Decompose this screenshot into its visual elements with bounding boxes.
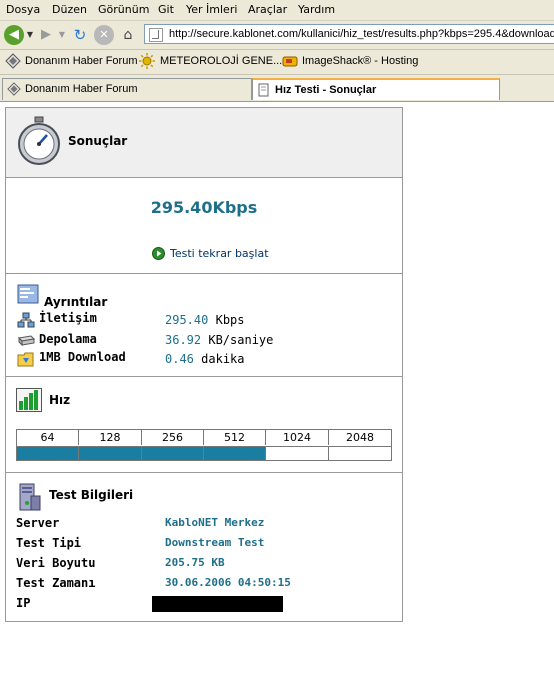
tab-hiz-testi[interactable]: Hız Testi - Sonuçlar <box>252 78 500 100</box>
ip-redaction-bar <box>152 596 283 612</box>
stopwatch-icon <box>18 116 60 165</box>
detail-label-depolama: Depolama <box>39 332 97 346</box>
navigation-toolbar: ◀ ▼ ▶ ▼ ↻ ✕ ⌂ http://secure.kablonet.com… <box>0 21 554 50</box>
info-value-test-tipi: Downstream Test <box>165 536 265 549</box>
forward-button[interactable]: ▶ <box>36 25 56 45</box>
play-icon <box>152 247 165 260</box>
tab-label: Donanım Haber Forum <box>25 83 138 95</box>
speed-chart-title: Hız <box>49 393 71 407</box>
reload-icon: ↻ <box>73 26 87 44</box>
sun-icon <box>139 53 155 69</box>
address-bar[interactable]: http://secure.kablonet.com/kullanici/hiz… <box>144 24 554 44</box>
speed-scale-label: 64 <box>17 430 79 445</box>
menu-git[interactable]: Git <box>158 3 174 16</box>
results-title: Sonuçlar <box>68 134 128 148</box>
address-text: http://secure.kablonet.com/kullanici/hiz… <box>169 28 554 40</box>
detail-label-iletisim: İletişim <box>39 311 97 325</box>
home-icon: ⌂ <box>123 27 133 43</box>
imageshack-icon <box>282 56 298 67</box>
speed-scale-label: 128 <box>79 430 142 445</box>
speed-scale-label: 256 <box>142 430 204 445</box>
info-value-test-zamani: 30.06.2006 04:50:15 <box>165 576 291 589</box>
divider <box>6 273 402 274</box>
menu-dosya[interactable]: Dosya <box>6 3 40 16</box>
back-history-dropdown[interactable]: ▼ <box>26 25 34 45</box>
divider <box>6 177 402 178</box>
menu-araclar[interactable]: Araçlar <box>248 3 287 16</box>
speed-scale-label: 2048 <box>346 431 374 444</box>
bookmark-meteoroloji[interactable]: METEOROLOJİ GENE... <box>160 55 282 67</box>
info-label-server: Server <box>16 516 60 530</box>
details-list-icon <box>17 284 39 304</box>
home-button[interactable]: ⌂ <box>118 25 138 45</box>
donanimhaber-icon <box>5 53 21 69</box>
tab-bar: Donanım Haber Forum Hız Testi - Sonuçlar <box>0 75 554 102</box>
speed-bar-filled <box>142 446 204 460</box>
test-info-title: Test Bilgileri <box>49 488 134 502</box>
back-arrow-icon: ◀ <box>9 27 19 42</box>
speed-scale-label: 1024 <box>266 430 329 445</box>
chevron-down-icon: ▼ <box>58 30 66 39</box>
divider <box>6 376 402 377</box>
forward-history-dropdown[interactable]: ▼ <box>58 25 66 45</box>
network-icon <box>17 312 35 328</box>
page-icon <box>258 83 269 97</box>
forward-arrow-icon: ▶ <box>41 27 51 42</box>
bookmarks-toolbar: Donanım Haber Forum METEOROLOJİ GENE... … <box>0 50 554 75</box>
speed-bar-empty <box>266 446 329 460</box>
server-computer-icon <box>19 483 41 511</box>
back-button[interactable]: ◀ <box>4 25 24 45</box>
donanimhaber-icon <box>7 82 21 96</box>
speed-bar-filled <box>79 446 142 460</box>
menu-yardim[interactable]: Yardım <box>298 3 335 16</box>
speed-bar-empty <box>329 446 391 460</box>
detail-value-1mb-download: 0.46 dakika <box>165 352 245 366</box>
speed-scale-label: 512 <box>204 430 266 445</box>
bookmark-donanim-haber[interactable]: Donanım Haber Forum <box>25 55 138 67</box>
info-label-ip: IP <box>16 596 31 610</box>
bar-chart-icon <box>16 388 42 412</box>
restart-test-label: Testi tekrar başlat <box>170 247 269 260</box>
hard-drive-icon <box>17 335 35 346</box>
detail-value-iletisim: 295.40 Kbps <box>165 313 245 327</box>
speed-test-panel: Sonuçlar 295.40Kbps Testi tekrar başlat … <box>5 107 403 622</box>
download-folder-icon <box>17 352 34 367</box>
speed-result-value: 295.40Kbps <box>150 198 258 217</box>
menu-yer-imleri[interactable]: Yer İmleri <box>186 3 237 16</box>
reload-button[interactable]: ↻ <box>70 25 90 45</box>
info-label-veri-boyutu: Veri Boyutu <box>16 556 96 570</box>
menu-duzen[interactable]: Düzen <box>52 3 87 16</box>
page-icon <box>149 28 163 42</box>
chevron-down-icon: ▼ <box>26 30 34 39</box>
details-title: Ayrıntılar <box>44 295 108 309</box>
menu-bar: Dosya Düzen Görünüm Git Yer İmleri Araçl… <box>0 0 554 21</box>
divider <box>6 472 402 473</box>
info-label-test-zamani: Test Zamanı <box>16 576 96 590</box>
detail-label-1mb-download: 1MB Download <box>39 350 126 364</box>
results-header: Sonuçlar <box>6 108 402 177</box>
speed-scale-chart: 64 128 256 512 1024 2048 <box>16 429 392 461</box>
stop-icon: ✕ <box>99 28 109 41</box>
speed-bar-filled <box>204 446 266 460</box>
stop-button[interactable]: ✕ <box>94 25 114 45</box>
tab-donanim-haber[interactable]: Donanım Haber Forum <box>2 78 252 100</box>
speed-bar-filled <box>17 446 79 460</box>
info-value-server: KabloNET Merkez <box>165 516 265 529</box>
info-value-veri-boyutu: 205.75 KB <box>165 556 225 569</box>
bookmark-imageshack[interactable]: ImageShack® - Hosting <box>302 55 418 67</box>
menu-gorunum[interactable]: Görünüm <box>98 3 149 16</box>
tab-label: Hız Testi - Sonuçlar <box>275 84 377 96</box>
info-label-test-tipi: Test Tipi <box>16 536 82 550</box>
detail-value-depolama: 36.92 KB/saniye <box>165 333 274 347</box>
